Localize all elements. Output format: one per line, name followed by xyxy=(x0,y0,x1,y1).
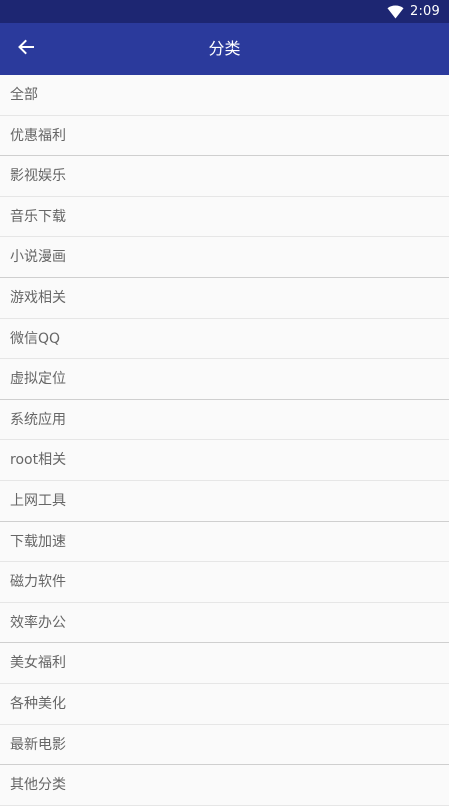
category-item[interactable]: 各种美化 xyxy=(0,683,449,725)
status-bar: 2:09 xyxy=(0,0,449,23)
category-item[interactable]: 效率办公 xyxy=(0,602,449,644)
category-item[interactable]: 上网工具 xyxy=(0,480,449,522)
app-bar: 分类 xyxy=(0,23,449,75)
category-item[interactable]: 音乐下载 xyxy=(0,196,449,238)
wifi-icon xyxy=(387,5,404,19)
category-item[interactable]: 小说漫画 xyxy=(0,237,449,278)
category-item[interactable]: 美女福利 xyxy=(0,643,449,684)
category-item[interactable]: 全部 xyxy=(0,75,449,116)
category-item[interactable]: 游戏相关 xyxy=(0,277,449,319)
page-title: 分类 xyxy=(208,39,241,58)
category-item[interactable]: 系统应用 xyxy=(0,399,449,441)
category-item[interactable]: root相关 xyxy=(0,440,449,481)
category-item[interactable]: 下载加速 xyxy=(0,521,449,563)
category-item[interactable]: 虚拟定位 xyxy=(0,359,449,400)
category-list: 全部 优惠福利 影视娱乐 音乐下载 小说漫画 游戏相关 微信QQ 虚拟定位 系统… xyxy=(0,75,449,806)
category-item[interactable]: 影视娱乐 xyxy=(0,156,449,197)
category-item[interactable]: 磁力软件 xyxy=(0,562,449,603)
category-item[interactable]: 最新电影 xyxy=(0,724,449,766)
category-item[interactable]: 优惠福利 xyxy=(0,115,449,157)
category-item[interactable]: 微信QQ xyxy=(0,318,449,360)
status-time: 2:09 xyxy=(410,4,440,19)
status-icons: 2:09 xyxy=(387,3,440,20)
